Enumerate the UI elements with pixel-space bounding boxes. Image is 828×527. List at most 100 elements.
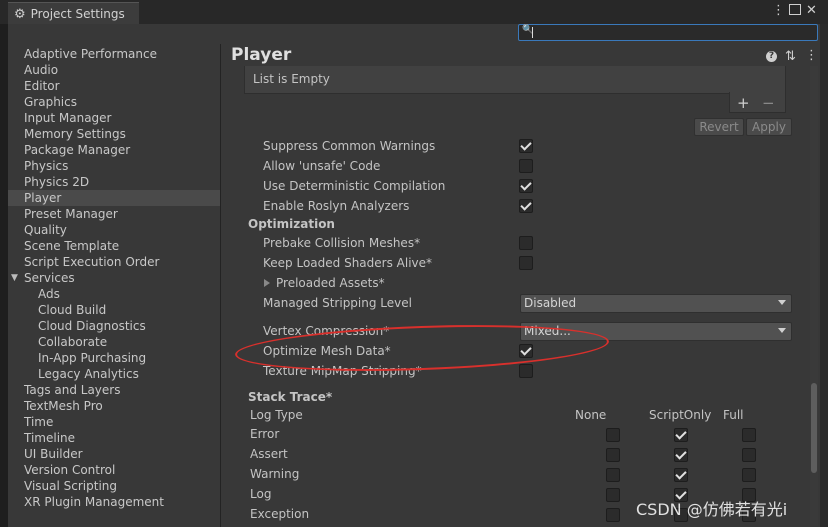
sidebar-item-label: Version Control [24, 463, 116, 477]
sidebar-item-visual-scripting[interactable]: Visual Scripting [8, 478, 220, 494]
window-title: Project Settings [30, 7, 125, 21]
add-item-button[interactable]: + [737, 94, 750, 112]
sidebar-item-label: Ads [38, 287, 60, 301]
stack-trace-scriptonly-checkbox[interactable] [674, 428, 688, 442]
setting-label: Allow 'unsafe' Code [263, 159, 381, 173]
sidebar-item-label: Scene Template [24, 239, 120, 253]
column-header: ScriptOnly [649, 408, 712, 422]
sidebar-item-player[interactable]: Player [8, 190, 220, 206]
chevron-down-icon[interactable]: ▼ [11, 270, 18, 286]
help-icon[interactable]: ? [766, 51, 777, 62]
suppress-warnings-checkbox[interactable] [519, 139, 533, 153]
sidebar-item-in-app-purchasing[interactable]: In-App Purchasing [8, 350, 220, 366]
vertex-compression-dropdown[interactable]: Mixed... [520, 322, 792, 341]
sidebar-item-quality[interactable]: Quality [8, 222, 220, 238]
stack-trace-none-checkbox[interactable] [606, 468, 620, 482]
optimize-mesh-data-checkbox[interactable] [519, 344, 533, 358]
stack-trace-header: Stack Trace* [248, 390, 333, 404]
presets-icon[interactable]: ⇅ [785, 49, 796, 64]
sidebar-item-version-control[interactable]: Version Control [8, 462, 220, 478]
sidebar-item-label: In-App Purchasing [38, 351, 147, 365]
sidebar-item-package-manager[interactable]: Package Manager [8, 142, 220, 158]
close-icon[interactable]: ✕ [806, 3, 817, 18]
sidebar-item-legacy-analytics[interactable]: Legacy Analytics [8, 366, 220, 382]
setting-label: Keep Loaded Shaders Alive* [263, 256, 433, 270]
stack-trace-full-checkbox[interactable] [742, 468, 756, 482]
maximize-icon[interactable] [789, 4, 801, 15]
sidebar-item-label: Tags and Layers [24, 383, 121, 397]
stack-trace-full-checkbox[interactable] [742, 448, 756, 462]
scrollbar-thumb[interactable] [811, 383, 817, 473]
kebab-menu-icon[interactable]: ⋮ [805, 48, 818, 63]
optimization-header: Optimization [248, 217, 335, 231]
sidebar-item-label: Input Manager [24, 111, 112, 125]
sidebar-item-label: UI Builder [24, 447, 83, 461]
stack-trace-scriptonly-checkbox[interactable] [674, 448, 688, 462]
setting-label: Suppress Common Warnings [263, 139, 436, 153]
log-type-label: Assert [250, 447, 288, 461]
stack-trace-none-checkbox[interactable] [606, 428, 620, 442]
search-input[interactable]: 🔍 [518, 24, 818, 41]
sidebar-item-ui-builder[interactable]: UI Builder [8, 446, 220, 462]
stack-trace-scriptonly-checkbox[interactable] [674, 468, 688, 482]
sidebar-item-textmesh-pro[interactable]: TextMesh Pro [8, 398, 220, 414]
setting-label: Prebake Collision Meshes* [263, 236, 421, 250]
sidebar-item-label: Package Manager [24, 143, 131, 157]
sidebar-item-graphics[interactable]: Graphics [8, 94, 220, 110]
prebake-collision-checkbox[interactable] [519, 236, 533, 250]
texture-mipmap-checkbox[interactable] [519, 364, 533, 378]
stack-trace-full-checkbox[interactable] [742, 428, 756, 442]
kebab-menu-icon[interactable]: ⋮ [772, 3, 785, 18]
managed-stripping-dropdown[interactable]: Disabled [520, 294, 792, 313]
column-header: None [575, 408, 607, 422]
sidebar-item-audio[interactable]: Audio [8, 62, 220, 78]
sidebar-item-label: Quality [24, 223, 67, 237]
column-header: Full [723, 408, 744, 422]
sidebar-item-scene-template[interactable]: Scene Template [8, 238, 220, 254]
roslyn-analyzers-checkbox[interactable] [519, 199, 533, 213]
deterministic-compilation-checkbox[interactable] [519, 179, 533, 193]
sidebar-item-label: Player [24, 191, 62, 205]
sidebar-item-label: Services [24, 271, 75, 285]
sidebar-item-preset-manager[interactable]: Preset Manager [8, 206, 220, 222]
chevron-down-icon [778, 300, 786, 305]
revert-button[interactable]: Revert [694, 118, 744, 136]
stack-trace-none-checkbox[interactable] [606, 508, 620, 522]
sidebar-item-tags-and-layers[interactable]: Tags and Layers [8, 382, 220, 398]
sidebar-item-collaborate[interactable]: Collaborate [8, 334, 220, 350]
allow-unsafe-code-checkbox[interactable] [519, 159, 533, 173]
text-cursor [532, 27, 533, 38]
sidebar-item-label: Cloud Diagnostics [38, 319, 146, 333]
stack-trace-none-checkbox[interactable] [606, 448, 620, 462]
log-type-label: Log [250, 487, 272, 501]
preloaded-assets-foldout[interactable]: Preloaded Assets* [276, 276, 385, 290]
setting-label: Vertex Compression* [263, 324, 390, 338]
sidebar-item-label: Physics [24, 159, 69, 173]
stack-trace-none-checkbox[interactable] [606, 488, 620, 502]
sidebar-item-xr-plugin-management[interactable]: XR Plugin Management [8, 494, 220, 510]
sidebar-item-services[interactable]: ▼ Services [8, 270, 220, 286]
sidebar-item-physics[interactable]: Physics [8, 158, 220, 174]
sidebar-item-timeline[interactable]: Timeline [8, 430, 220, 446]
apply-button[interactable]: Apply [746, 118, 792, 136]
sidebar-item-label: XR Plugin Management [24, 495, 164, 509]
setting-label: Use Deterministic Compilation [263, 179, 446, 193]
sidebar-item-adaptive-performance[interactable]: Adaptive Performance [8, 46, 220, 62]
chevron-right-icon[interactable] [264, 279, 270, 287]
remove-item-button[interactable]: − [762, 94, 775, 112]
sidebar-item-memory-settings[interactable]: Memory Settings [8, 126, 220, 142]
log-type-label: Error [250, 427, 280, 441]
sidebar-item-input-manager[interactable]: Input Manager [8, 110, 220, 126]
sidebar-item-physics-2d[interactable]: Physics 2D [8, 174, 220, 190]
project-settings-tab[interactable]: ⚙ Project Settings [8, 2, 139, 25]
sidebar-item-cloud-diagnostics[interactable]: Cloud Diagnostics [8, 318, 220, 334]
dropdown-value: Mixed... [524, 324, 571, 338]
sidebar-item-ads[interactable]: Ads [8, 286, 220, 302]
sidebar-item-label: Timeline [24, 431, 76, 445]
sidebar-item-editor[interactable]: Editor [8, 78, 220, 94]
sidebar-item-label: TextMesh Pro [24, 399, 103, 413]
keep-shaders-alive-checkbox[interactable] [519, 256, 533, 270]
sidebar-item-script-execution-order[interactable]: Script Execution Order [8, 254, 220, 270]
sidebar-item-time[interactable]: Time [8, 414, 220, 430]
sidebar-item-cloud-build[interactable]: Cloud Build [8, 302, 220, 318]
